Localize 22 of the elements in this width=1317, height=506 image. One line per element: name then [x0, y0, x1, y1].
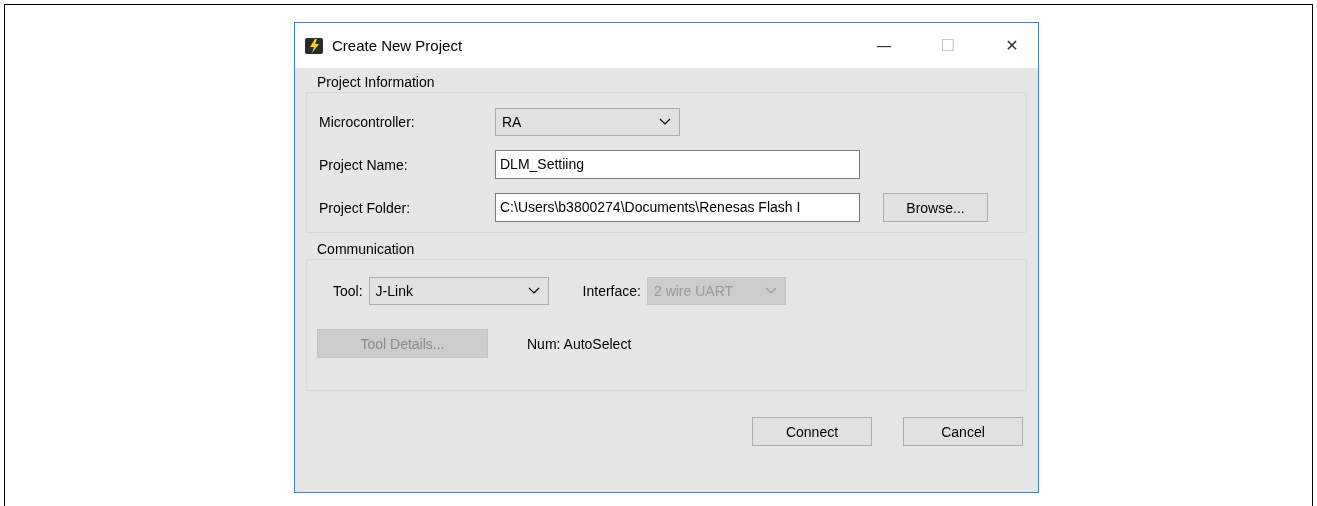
field-label: Microcontroller: [319, 113, 416, 130]
chevron-icon [659, 117, 671, 126]
group-title: Project Information [317, 74, 436, 90]
field-label: Project Folder: [319, 199, 412, 216]
browse-button[interactable]: Browse... [883, 193, 988, 222]
lightning-icon [304, 35, 324, 56]
chevron-icon [527, 287, 540, 295]
text-field[interactable]: C:\Users\b3800274\Documents\Renesas Flash I [495, 193, 860, 222]
field-label: Project Name: [319, 156, 409, 173]
connect-button[interactable]: Connect [752, 417, 872, 446]
field-label: Interface: [582, 283, 641, 299]
tool-dropdown[interactable]: J-Link [368, 277, 549, 305]
minimize-button[interactable]: — [858, 23, 910, 68]
text-field[interactable]: DLM_Settiing [495, 150, 860, 179]
microcontroller-dropdown[interactable]: RA [495, 107, 680, 136]
close-button[interactable]: ✕ [986, 23, 1038, 68]
field-label: Tool: [333, 283, 363, 299]
group-title: Communication [317, 241, 416, 257]
window-title: Create New Project [332, 37, 463, 54]
chevron-icon [764, 287, 777, 295]
cancel-button[interactable]: Cancel [903, 417, 1023, 446]
num-label: Num: AutoSelect [527, 335, 632, 352]
